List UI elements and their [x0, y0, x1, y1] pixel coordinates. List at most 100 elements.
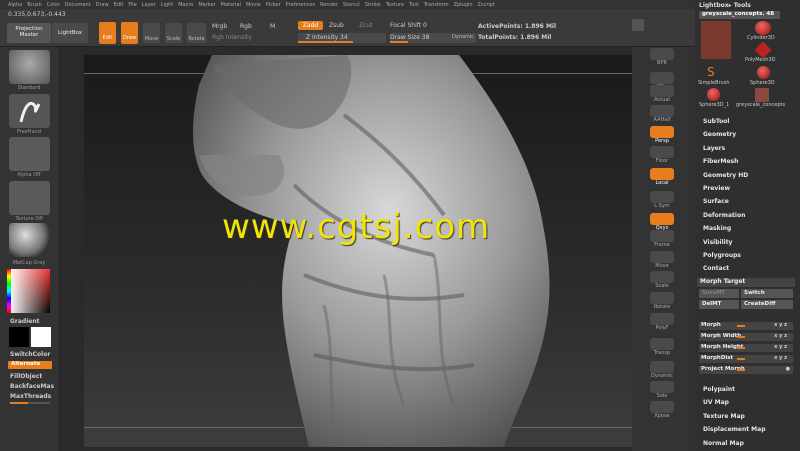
polyf-icon[interactable]: [650, 313, 674, 325]
aahalf-icon[interactable]: [650, 105, 674, 117]
scale-icon[interactable]: [650, 271, 674, 283]
section-polygroups[interactable]: Polygroups: [703, 252, 741, 259]
menu-item[interactable]: Picker: [266, 2, 281, 8]
alpha-off-icon[interactable]: [9, 137, 50, 171]
greyscale-concepts-thumbnail[interactable]: [755, 88, 769, 102]
menu-item[interactable]: Preferences: [286, 2, 315, 8]
section-texture-map[interactable]: Texture Map: [703, 413, 745, 420]
hue-strip[interactable]: [7, 269, 11, 313]
toolbar-menu-icon[interactable]: [632, 19, 644, 31]
solo-icon[interactable]: [650, 381, 674, 393]
section-visibility[interactable]: Visibility: [703, 239, 732, 246]
menu-item[interactable]: Render: [320, 2, 338, 8]
local-icon[interactable]: [650, 168, 674, 180]
sphere3d-thumbnail[interactable]: [757, 66, 770, 79]
rotate-icon[interactable]: [650, 292, 674, 304]
simplebrush-thumbnail[interactable]: S: [707, 66, 721, 78]
max-threads-slider[interactable]: MaxThreads: [10, 393, 51, 400]
qxyz-icon[interactable]: [650, 213, 674, 225]
actual-icon[interactable]: [650, 85, 674, 97]
polymesh3d-thumbnail[interactable]: [754, 41, 772, 59]
sphere3d1-thumbnail[interactable]: [707, 88, 720, 101]
section-displacement-map[interactable]: Displacement Map: [703, 426, 766, 433]
secondary-color-swatch[interactable]: [31, 327, 51, 347]
floor-icon[interactable]: [650, 146, 674, 158]
menu-item[interactable]: Zplugin: [454, 2, 473, 8]
menu-item[interactable]: Stroke: [365, 2, 381, 8]
edit-button[interactable]: Edit: [99, 22, 116, 44]
dynamic-button[interactable]: Dynamic: [452, 34, 474, 40]
frame-icon[interactable]: [650, 230, 674, 242]
persp-icon[interactable]: [650, 126, 674, 138]
m-button[interactable]: M: [270, 23, 275, 30]
section-preview[interactable]: Preview: [703, 185, 730, 192]
section-geometry[interactable]: Geometry: [703, 131, 736, 138]
menu-item[interactable]: Light: [161, 2, 173, 8]
menu-item[interactable]: Transform: [424, 2, 449, 8]
cylinder3d-thumbnail[interactable]: [755, 21, 771, 35]
section-uv-map[interactable]: UV Map: [703, 399, 729, 406]
menu-item[interactable]: File: [128, 2, 136, 8]
switch-button[interactable]: Switch: [741, 289, 793, 298]
menu-item[interactable]: Tool: [409, 2, 419, 8]
spix-icon[interactable]: [650, 72, 674, 84]
section-polypaint[interactable]: Polypaint: [703, 386, 735, 393]
rotate-button[interactable]: Rotate: [187, 23, 206, 43]
menu-item[interactable]: Layer: [142, 2, 156, 8]
canvas-viewport[interactable]: [84, 55, 632, 447]
menu-item[interactable]: Macro: [178, 2, 193, 8]
store-mt-button[interactable]: StoreMT: [699, 289, 739, 298]
section-normal-map[interactable]: Normal Map: [703, 440, 744, 447]
menu-item[interactable]: Edit: [114, 2, 124, 8]
menu-item[interactable]: Zscript: [478, 2, 495, 8]
dynamic-icon[interactable]: [650, 361, 674, 373]
zcut-button[interactable]: Zcut: [359, 22, 373, 29]
create-diff-button[interactable]: CreateDiff: [741, 300, 793, 309]
zadd-button[interactable]: Zadd: [298, 21, 323, 30]
move-icon[interactable]: [650, 251, 674, 263]
backface-mask-button[interactable]: BackfaceMas: [10, 383, 54, 390]
section-masking[interactable]: Masking: [703, 225, 731, 232]
current-tool-field[interactable]: greyscale_concepts. 48: [699, 11, 780, 19]
xpose-icon[interactable]: [650, 401, 674, 413]
mrgb-button[interactable]: Mrgb: [212, 23, 227, 30]
rgb-button[interactable]: Rgb: [240, 23, 252, 30]
morph-slider[interactable]: Morph x y z: [699, 322, 793, 330]
standard-brush-icon[interactable]: [9, 50, 50, 84]
menu-item[interactable]: Stencil: [343, 2, 360, 8]
section-fibermesh[interactable]: FiberMesh: [703, 158, 738, 165]
switch-color-button[interactable]: SwitchColor: [10, 351, 50, 358]
l-sym-icon[interactable]: [650, 191, 674, 203]
menu-item[interactable]: Material: [221, 2, 241, 8]
section-surface[interactable]: Surface: [703, 198, 729, 205]
menu-item[interactable]: Movie: [246, 2, 261, 8]
del-mt-button[interactable]: DelMT: [699, 300, 739, 309]
morph-width-slider[interactable]: Morph Width x y z: [699, 333, 793, 341]
color-picker[interactable]: [7, 269, 50, 313]
transp-icon[interactable]: [650, 338, 674, 350]
lightbox-button[interactable]: LightBox: [52, 23, 88, 43]
fill-object-button[interactable]: FillObject: [10, 373, 42, 380]
menu-item[interactable]: Document: [65, 2, 91, 8]
project-morph-button[interactable]: Project Morph ●: [699, 366, 793, 374]
menu-item[interactable]: Draw: [96, 2, 109, 8]
move-button[interactable]: Move: [143, 23, 160, 43]
primary-color-swatch[interactable]: [9, 327, 29, 347]
menu-item[interactable]: Alpha: [8, 2, 22, 8]
zsub-button[interactable]: Zsub: [329, 22, 344, 29]
section-layers[interactable]: Layers: [703, 145, 725, 152]
morph-height-slider[interactable]: Morph Height x y z: [699, 344, 793, 352]
menu-item[interactable]: Color: [47, 2, 60, 8]
freehand-stroke-icon[interactable]: [9, 94, 50, 128]
menu-item[interactable]: Marker: [198, 2, 215, 8]
menu-item[interactable]: Brush: [27, 2, 41, 8]
section-deformation[interactable]: Deformation: [703, 212, 745, 219]
z-intensity-slider[interactable]: Z Intensity 34: [298, 33, 386, 43]
rgb-intensity-slider[interactable]: Rgb Intensity: [212, 34, 252, 41]
focal-shift-slider[interactable]: Focal Shift 0: [390, 22, 427, 29]
current-tool-thumbnail[interactable]: [701, 21, 731, 59]
matcap-material-icon[interactable]: [9, 223, 50, 257]
draw-button[interactable]: Draw: [121, 22, 138, 44]
menu-item[interactable]: Texture: [386, 2, 404, 8]
projection-master-button[interactable]: Projection Master: [7, 23, 51, 43]
